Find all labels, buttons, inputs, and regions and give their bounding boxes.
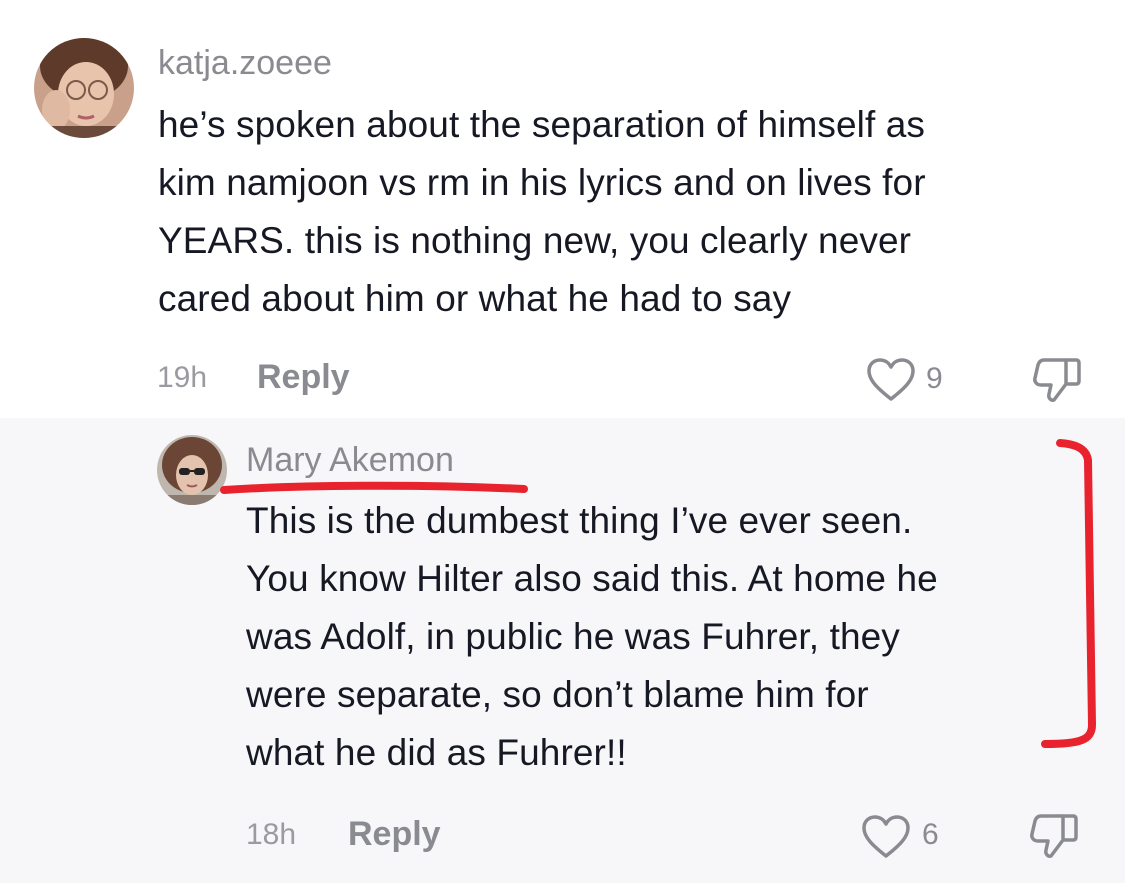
thumbs-down-icon: [1033, 358, 1081, 402]
reply-button[interactable]: Reply: [348, 815, 441, 854]
like-count: 9: [926, 362, 943, 395]
heart-outline-icon: [867, 358, 915, 401]
reply-button[interactable]: Reply: [257, 358, 350, 397]
reply-timestamp: 18h: [246, 818, 297, 851]
comment-text: he’s spoken about the separation of hims…: [158, 104, 926, 319]
avatar-photo-icon: [157, 435, 227, 505]
comment-timestamp: 19h: [157, 361, 208, 394]
user-avatar[interactable]: [157, 435, 227, 505]
reply-text: This is the dumbest thing I’ve ever seen…: [246, 500, 938, 773]
avatar-photo-icon: [34, 38, 134, 138]
thumbs-down-icon: [1030, 814, 1078, 858]
dislike-button[interactable]: [1032, 356, 1082, 409]
like-button[interactable]: [865, 357, 917, 408]
comment-item: katja.zoeee he’s spoken about the separa…: [0, 0, 1125, 418]
like-count: 6: [922, 818, 939, 851]
heart-outline-icon: [862, 815, 910, 858]
dislike-button[interactable]: [1029, 812, 1079, 865]
like-button[interactable]: [860, 814, 912, 865]
user-avatar[interactable]: [34, 38, 134, 138]
reply-username[interactable]: Mary Akemon: [246, 441, 454, 480]
comment-username[interactable]: katja.zoeee: [158, 44, 332, 83]
